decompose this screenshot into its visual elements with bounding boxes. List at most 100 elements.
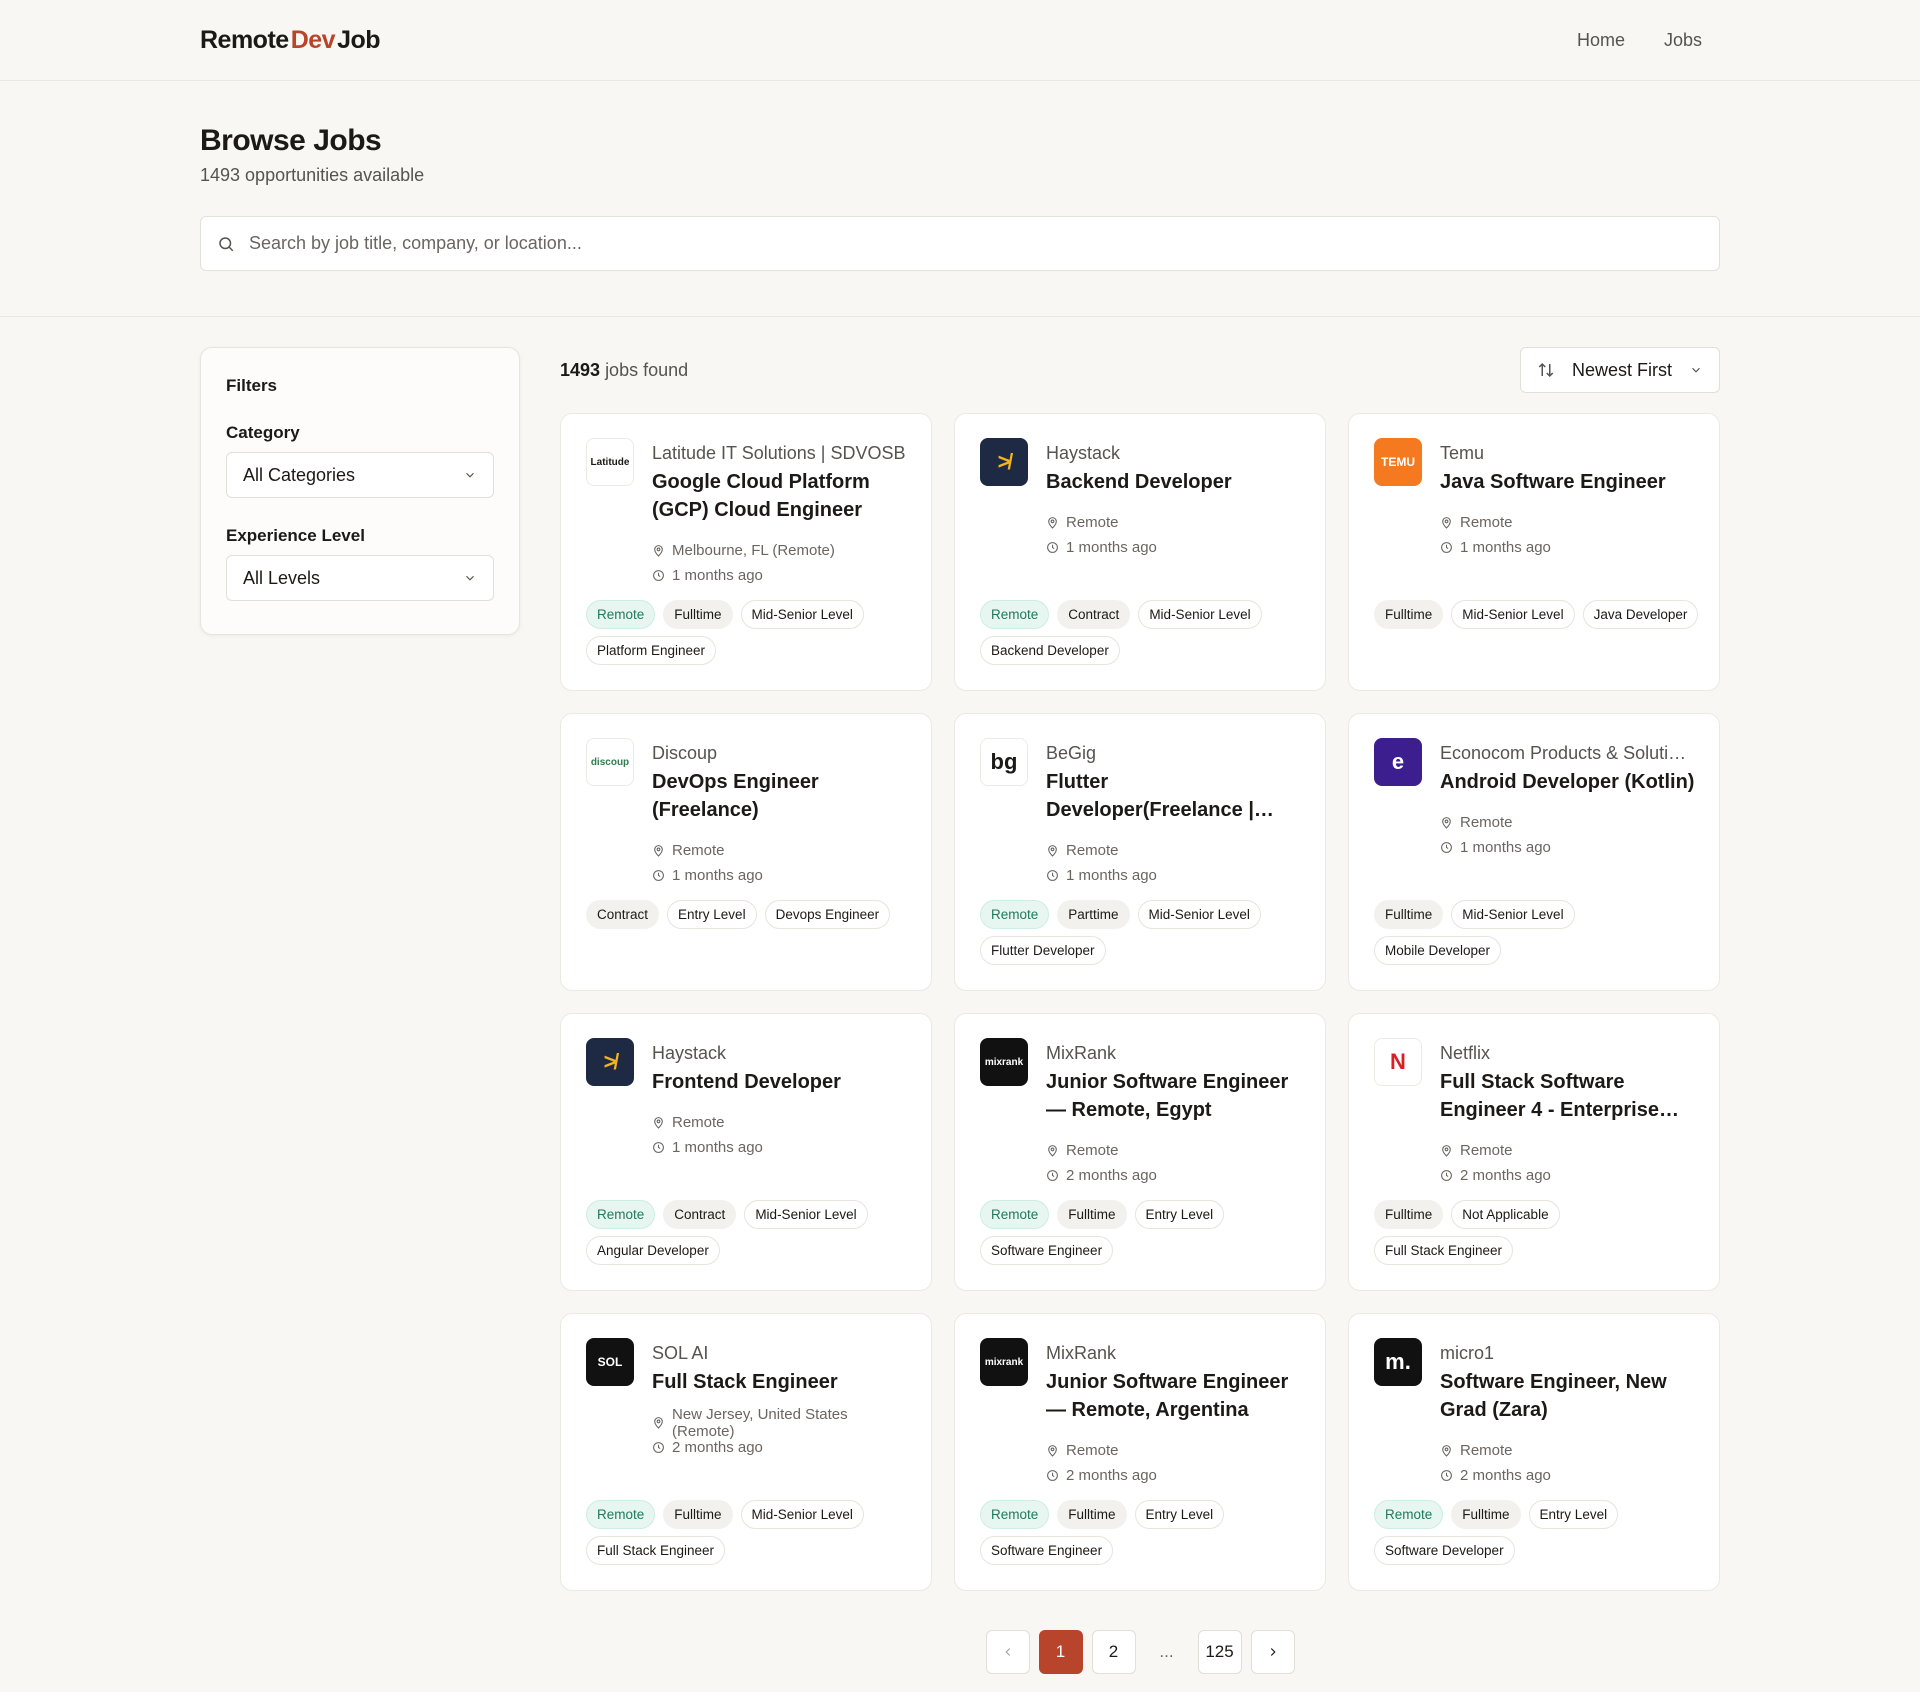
job-location-text: New Jersey, United States (Remote) — [672, 1405, 848, 1440]
main-nav: Home Jobs — [1577, 30, 1702, 51]
job-meta: Melbourne, FL (Remote) 1 months ago — [652, 538, 907, 588]
job-meta: Remote 1 months ago — [1046, 838, 1301, 888]
job-posted: 2 months ago — [1046, 1163, 1301, 1188]
job-title[interactable]: Full Stack Engineer — [652, 1368, 907, 1396]
job-tag: Contract — [586, 900, 660, 929]
hero-section: Browse Jobs 1493 opportunities available — [0, 81, 1920, 317]
job-tag: Angular Developer — [586, 1236, 720, 1265]
job-tag: Remote — [586, 1500, 656, 1529]
job-tags: Remote Fulltime Mid-Senior Level Full Stack… — [586, 1500, 911, 1565]
experience-label: Experience Level — [226, 526, 365, 545]
job-tag: Remote — [586, 600, 656, 629]
logo-text-job: Job — [337, 25, 381, 54]
search-input[interactable] — [249, 233, 1649, 254]
job-tag: Remote — [980, 1500, 1050, 1529]
company-name: MixRank — [1046, 1343, 1117, 1363]
clock-icon — [1441, 1470, 1452, 1481]
nav-jobs-link[interactable]: Jobs — [1664, 30, 1702, 51]
job-location-text: Remote — [1066, 842, 1119, 859]
pagination-ellipsis: ... — [1159, 1642, 1174, 1661]
job-title[interactable]: Frontend Developer — [652, 1068, 907, 1096]
job-card[interactable]: ≯ Haystack Frontend Developer Remote 1 month… — [560, 1013, 932, 1291]
job-card-heading: Netflix Full Stack Software Engineer 4 - … — [1440, 1038, 1695, 1188]
job-title[interactable]: Software Engineer, New Grad (Zara) — [1440, 1368, 1695, 1424]
experience-select[interactable]: All Levels — [226, 555, 494, 601]
job-posted-text: 2 months ago — [672, 1439, 763, 1456]
job-location: Remote — [652, 838, 907, 863]
job-card[interactable]: SOL SOL AI Full Stack Engineer New Jersey, … — [560, 1313, 932, 1591]
job-tag: Entry Level — [1134, 1200, 1225, 1229]
job-tag: Entry Level — [1528, 1500, 1619, 1529]
search-bar[interactable] — [200, 216, 1720, 271]
map-pin-icon — [654, 845, 663, 857]
job-posted: 1 months ago — [652, 563, 907, 588]
job-tag: Mid-Senior Level — [744, 1200, 868, 1229]
job-card[interactable]: TEMU Temu Java Software Engineer Remote 1 mo… — [1348, 413, 1720, 691]
job-location: Remote — [1440, 1138, 1695, 1163]
page-button[interactable]: 125 — [1197, 1630, 1242, 1674]
job-location: Remote — [1046, 1438, 1301, 1463]
job-location-text: Remote — [1066, 1142, 1119, 1159]
job-card[interactable]: e Econocom Products & Solutions Belux Andr… — [1348, 713, 1720, 991]
sort-select[interactable]: Newest First — [1520, 347, 1720, 393]
job-title[interactable]: Flutter Developer(Freelance | WFH) — [1046, 768, 1301, 824]
experience-select-value: All Levels — [243, 567, 321, 588]
map-pin-icon — [1048, 1445, 1057, 1457]
job-tag: Mid-Senior Level — [1451, 900, 1575, 929]
job-meta: Remote 2 months ago — [1046, 1138, 1301, 1188]
job-tag: Fulltime — [1374, 1200, 1444, 1229]
job-tag: Fulltime — [663, 600, 733, 629]
job-tag: Flutter Developer — [980, 936, 1106, 965]
category-select[interactable]: All Categories — [226, 452, 494, 498]
job-card[interactable]: Latitude Latitude IT Solutions | SDVOSB Go… — [560, 413, 932, 691]
job-card[interactable]: mixrank MixRank Junior Software Engineer —… — [954, 1013, 1326, 1291]
map-pin-icon — [1048, 845, 1057, 857]
job-title[interactable]: Junior Software Engineer — Remote, Egypt — [1046, 1068, 1301, 1124]
job-card-heading: MixRank Junior Software Engineer — Remote… — [1046, 1038, 1301, 1188]
clock-icon — [653, 1442, 664, 1453]
company-name: Econocom Products & Solutions Belux — [1440, 743, 1695, 763]
job-posted-text: 2 months ago — [1460, 1467, 1551, 1484]
job-location-text: Remote — [1460, 514, 1513, 531]
company-name: BeGig — [1046, 743, 1097, 763]
job-posted-text: 1 months ago — [1066, 867, 1157, 884]
job-card[interactable]: mixrank MixRank Junior Software Engineer —… — [954, 1313, 1326, 1591]
job-card[interactable]: discoup Discoup DevOps Engineer (Freelance… — [560, 713, 932, 991]
nav-home-link[interactable]: Home — [1577, 30, 1625, 51]
chevron-down-icon — [466, 575, 474, 581]
job-title[interactable]: DevOps Engineer (Freelance) — [652, 768, 907, 824]
site-logo[interactable]: RemoteDevJob — [200, 25, 381, 55]
prev-page-button[interactable] — [985, 1630, 1030, 1674]
job-tag: Mobile Developer — [1374, 936, 1502, 965]
job-tag: Mid-Senior Level — [1137, 900, 1261, 929]
job-title[interactable]: Full Stack Software Engineer 4 - Enterpr… — [1440, 1068, 1695, 1124]
job-title[interactable]: Backend Developer — [1046, 468, 1301, 496]
job-card[interactable]: N Netflix Full Stack Software Engineer 4 -… — [1348, 1013, 1720, 1291]
page-button[interactable]: 2 — [1091, 1630, 1136, 1674]
job-title[interactable]: Android Developer (Kotlin) — [1440, 768, 1695, 796]
job-title[interactable]: Junior Software Engineer — Remote, Argen… — [1046, 1368, 1301, 1424]
page-button[interactable]: 1 — [1038, 1630, 1083, 1674]
job-posted: 1 months ago — [652, 1135, 907, 1160]
job-tag: Mid-Senior Level — [1138, 600, 1262, 629]
job-title[interactable]: Java Software Engineer — [1440, 468, 1695, 496]
job-location: Remote — [1440, 810, 1695, 835]
job-card-heading: Latitude IT Solutions | SDVOSB Google Clo… — [652, 438, 907, 588]
job-posted-text: 2 months ago — [1460, 1167, 1551, 1184]
map-pin-icon — [654, 545, 663, 557]
job-title[interactable]: Google Cloud Platform (GCP) Cloud Engine… — [652, 468, 907, 524]
job-tag: Fulltime — [1374, 600, 1444, 629]
next-page-button[interactable] — [1250, 1630, 1295, 1674]
job-tags: Fulltime Mid-Senior Level Mobile Developer — [1374, 900, 1699, 965]
job-tag: Contract — [663, 1200, 737, 1229]
company-logo: TEMU — [1374, 438, 1422, 486]
job-card[interactable]: bg BeGig Flutter Developer(Freelance | WFH… — [954, 713, 1326, 991]
job-location-text: Remote — [1460, 1142, 1513, 1159]
job-location-text: Remote — [1460, 1442, 1513, 1459]
chevron-down-icon — [466, 472, 474, 478]
job-card[interactable]: ≯ Haystack Backend Developer Remote 1 months… — [954, 413, 1326, 691]
company-name: Netflix — [1440, 1043, 1491, 1063]
job-tags: Remote Fulltime Entry Level Software Engine… — [980, 1200, 1305, 1265]
job-location: Remote — [652, 1110, 907, 1135]
job-card[interactable]: m. micro1 Software Engineer, New Grad (Zar… — [1348, 1313, 1720, 1591]
